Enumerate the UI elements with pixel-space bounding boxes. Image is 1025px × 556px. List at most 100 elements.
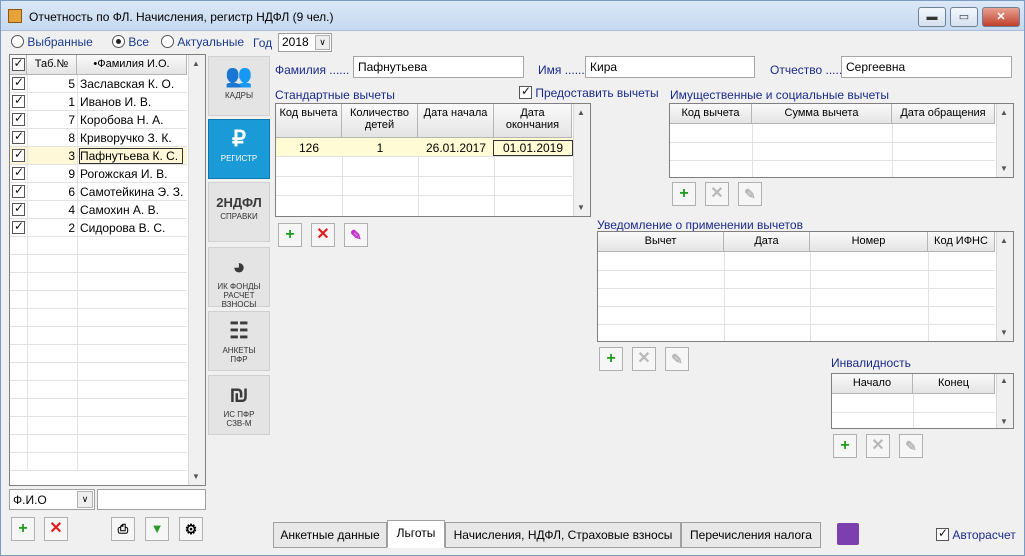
list-item[interactable] bbox=[10, 399, 187, 417]
column-header[interactable]: Дата окончания bbox=[494, 104, 572, 138]
tab-tax-transfers[interactable]: Перечисления налога bbox=[681, 522, 821, 548]
table-scrollbar[interactable]: ▲ ▼ bbox=[996, 374, 1013, 428]
edit-disability-button[interactable]: ✎ bbox=[899, 434, 923, 458]
search-field-select[interactable]: Ф.И.О ∨ bbox=[9, 489, 95, 510]
year-select[interactable]: 2018 ∨ bbox=[278, 33, 332, 52]
close-button[interactable]: ✕ bbox=[982, 7, 1020, 27]
checkbox-icon[interactable] bbox=[12, 75, 25, 90]
column-header[interactable]: Начало bbox=[832, 374, 913, 394]
list-item[interactable]: 7 Коробова Н. А. bbox=[10, 111, 187, 129]
autocalc-checkbox[interactable]: Авторасчет bbox=[936, 526, 1016, 542]
minimize-button[interactable]: ▬ bbox=[918, 7, 946, 27]
add-std-deduction-button[interactable]: + bbox=[278, 223, 302, 247]
list-item[interactable] bbox=[10, 327, 187, 345]
maximize-button[interactable]: ▭ bbox=[950, 7, 978, 27]
delete-std-deduction-button[interactable]: ✕ bbox=[311, 223, 335, 247]
list-item[interactable]: 2 Сидорова В. С. bbox=[10, 219, 187, 237]
column-header[interactable]: Номер bbox=[810, 232, 928, 252]
print-icon[interactable]: ⎙ bbox=[111, 517, 135, 541]
checkbox-icon[interactable] bbox=[12, 93, 25, 108]
radio-icon[interactable] bbox=[112, 35, 125, 48]
radio-icon[interactable] bbox=[161, 35, 174, 48]
delete-property-deduction-button[interactable]: ✕ bbox=[705, 182, 729, 206]
column-header[interactable]: Дата bbox=[724, 232, 810, 252]
delete-disability-button[interactable]: ✕ bbox=[866, 434, 890, 458]
column-header[interactable]: Код вычета bbox=[276, 104, 342, 138]
list-item[interactable] bbox=[10, 255, 187, 273]
radio-icon[interactable] bbox=[11, 35, 24, 48]
last-name-field[interactable]: Пафнутьева bbox=[353, 56, 524, 78]
scroll-up-icon[interactable]: ▲ bbox=[1000, 236, 1008, 245]
checkbox-icon[interactable] bbox=[12, 147, 25, 162]
list-item[interactable] bbox=[10, 453, 187, 471]
middle-name-field[interactable]: Сергеевна bbox=[841, 56, 1012, 78]
add-disability-button[interactable]: + bbox=[833, 434, 857, 458]
scroll-down-icon[interactable]: ▼ bbox=[577, 203, 585, 212]
list-item[interactable] bbox=[10, 435, 187, 453]
table-scrollbar[interactable]: ▲ ▼ bbox=[573, 104, 590, 216]
side-nav-ndfl[interactable]: 2НДФЛ СПРАВКИ bbox=[208, 182, 270, 242]
check-all-header[interactable] bbox=[10, 55, 27, 75]
add-property-deduction-button[interactable]: + bbox=[672, 182, 696, 206]
delete-employee-button[interactable]: ✕ bbox=[44, 517, 68, 541]
column-header[interactable]: Вычет bbox=[598, 232, 724, 252]
checkbox-icon[interactable] bbox=[12, 183, 25, 198]
chevron-down-icon[interactable]: ∨ bbox=[315, 35, 330, 50]
tab-personal[interactable]: Анкетные данные bbox=[273, 522, 387, 548]
side-nav-pfr[interactable]: ₪ ИС ПФР СЗВ-М bbox=[208, 375, 270, 435]
scroll-up-icon[interactable]: ▲ bbox=[1000, 108, 1008, 117]
list-item[interactable]: 4 Самохин А. В. bbox=[10, 201, 187, 219]
checkbox-icon[interactable] bbox=[12, 111, 25, 126]
gear-icon[interactable]: ⚙ bbox=[179, 517, 203, 541]
column-header[interactable]: Дата начала bbox=[418, 104, 494, 138]
list-item[interactable] bbox=[10, 273, 187, 291]
delete-notice-button[interactable]: ✕ bbox=[632, 347, 656, 371]
checkbox-icon[interactable] bbox=[12, 219, 25, 234]
add-notice-button[interactable]: + bbox=[599, 347, 623, 371]
list-item[interactable]: 3 Пафнутьева К. С. bbox=[10, 147, 187, 165]
chevron-down-icon[interactable]: ∨ bbox=[77, 491, 93, 508]
search-input[interactable] bbox=[97, 489, 206, 510]
edit-std-deduction-button[interactable]: ✎ bbox=[344, 223, 368, 247]
list-item[interactable]: 9 Рогожская И. В. bbox=[10, 165, 187, 183]
list-item[interactable] bbox=[10, 309, 187, 327]
checkbox-icon[interactable] bbox=[936, 526, 949, 541]
add-employee-button[interactable]: + bbox=[11, 517, 35, 541]
column-header[interactable]: Код ИФНС bbox=[928, 232, 995, 252]
table-scrollbar[interactable]: ▲ ▼ bbox=[996, 232, 1013, 341]
scroll-down-icon[interactable]: ▼ bbox=[1000, 417, 1008, 426]
list-item[interactable]: 1 Иванов И. В. bbox=[10, 93, 187, 111]
list-item[interactable] bbox=[10, 417, 187, 435]
column-header[interactable]: Сумма вычета bbox=[752, 104, 892, 124]
provide-deductions-checkbox[interactable]: Предоставить вычеты bbox=[519, 84, 659, 100]
column-header[interactable]: Таб.№ bbox=[27, 55, 77, 75]
scroll-down-icon[interactable]: ▼ bbox=[192, 472, 200, 481]
filter-selected[interactable]: Выбранные bbox=[11, 35, 93, 49]
scroll-up-icon[interactable]: ▲ bbox=[192, 59, 200, 68]
side-nav-users[interactable]: 👥 КАДРЫ bbox=[208, 56, 270, 116]
list-item[interactable] bbox=[10, 363, 187, 381]
list-item[interactable]: 5 Заславская К. О. bbox=[10, 75, 187, 93]
list-item[interactable] bbox=[10, 291, 187, 309]
first-name-field[interactable]: Кира bbox=[585, 56, 755, 78]
filter-icon[interactable]: ▼ bbox=[145, 517, 169, 541]
side-nav-pie-chart[interactable]: ◕ ИК ФОНДЫ РАСЧЕТ ВЗНОСЫ bbox=[208, 247, 270, 309]
tab-accruals[interactable]: Начисления, НДФЛ, Страховые взносы bbox=[445, 522, 681, 548]
list-item[interactable] bbox=[10, 381, 187, 399]
checkbox-icon[interactable] bbox=[11, 56, 25, 71]
checkbox-icon[interactable] bbox=[519, 84, 532, 99]
table-row[interactable]: 126 1 26.01.2017 01.01.2019 bbox=[276, 138, 573, 157]
filter-actual[interactable]: Актуальные bbox=[161, 35, 244, 49]
list-item[interactable]: 6 Самотейкина Э. З. bbox=[10, 183, 187, 201]
column-header[interactable]: Количество детей bbox=[342, 104, 418, 138]
list-item[interactable] bbox=[10, 237, 187, 255]
column-header[interactable]: •Фамилия И.О. bbox=[77, 55, 187, 75]
list-item[interactable]: 8 Криворучко З. К. bbox=[10, 129, 187, 147]
scroll-down-icon[interactable]: ▼ bbox=[1000, 164, 1008, 173]
table-scrollbar[interactable]: ▲ ▼ bbox=[996, 104, 1013, 177]
edit-property-deduction-button[interactable]: ✎ bbox=[738, 182, 762, 206]
filter-all[interactable]: Все bbox=[112, 35, 149, 49]
checkbox-icon[interactable] bbox=[12, 201, 25, 216]
column-header[interactable]: Код вычета bbox=[670, 104, 752, 124]
list-scrollbar[interactable]: ▲ ▼ bbox=[188, 55, 205, 485]
